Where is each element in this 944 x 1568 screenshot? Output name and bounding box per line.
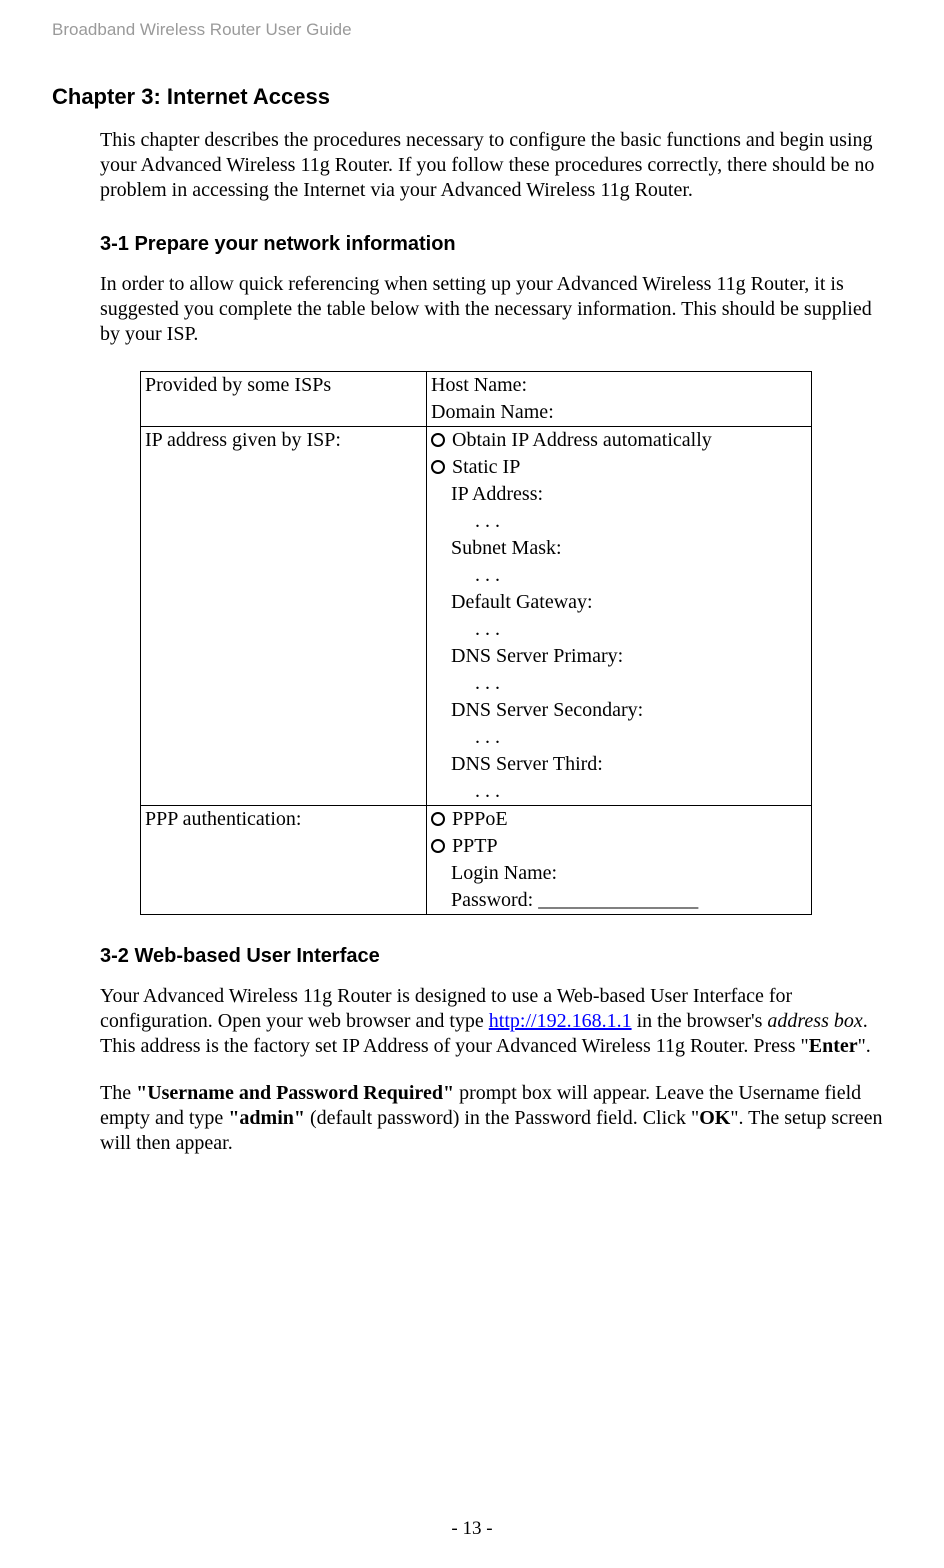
radio-icon (431, 460, 445, 474)
section-3-2-para1: Your Advanced Wireless 11g Router is des… (100, 984, 892, 1059)
table-row: Provided by some ISPs Host Name: Domain … (141, 372, 812, 427)
radio-icon (431, 812, 445, 826)
ip-dots: . . . (431, 724, 807, 751)
text-fragment: (default password) in the Password field… (305, 1107, 699, 1129)
enter-key: Enter (809, 1035, 858, 1057)
section-3-1-para: In order to allow quick referencing when… (100, 272, 892, 347)
cell-ip-options: Obtain IP Address automatically Static I… (427, 427, 812, 806)
login-label: Login Name: (431, 860, 807, 887)
cell-ppp-label: PPP authentication: (141, 806, 427, 915)
router-url-link[interactable]: http://192.168.1.1 (489, 1010, 632, 1032)
cell-ip-label: IP address given by ISP: (141, 427, 427, 806)
ip-dots: . . . (431, 508, 807, 535)
ip-dots: . . . (431, 616, 807, 643)
section-3-2-para2: The "Username and Password Required" pro… (100, 1081, 892, 1156)
pppoe-label: PPPoE (452, 808, 508, 830)
password-label: Password: ________________ (431, 887, 807, 914)
admin-password: "admin" (228, 1107, 305, 1129)
radio-icon (431, 433, 445, 447)
text-fragment: The (100, 1082, 136, 1104)
static-ip-label: Static IP (452, 456, 520, 478)
dns1-label: DNS Server Primary: (431, 643, 807, 670)
table-row: IP address given by ISP: Obtain IP Addre… (141, 427, 812, 806)
subnet-label: Subnet Mask: (431, 535, 807, 562)
pptp-label: PPTP (452, 835, 498, 857)
prompt-title: "Username and Password Required" (136, 1082, 454, 1104)
section-3-1-title: 3-1 Prepare your network information (100, 233, 892, 256)
cell-isp-label: Provided by some ISPs (141, 372, 427, 427)
cell-ppp-options: PPPoE PPTP Login Name: Password: _______… (427, 806, 812, 915)
ip-dots: . . . (431, 562, 807, 589)
radio-icon (431, 839, 445, 853)
page-content: Chapter 3: Internet Access This chapter … (52, 84, 892, 1178)
ip-dots: . . . (431, 778, 807, 805)
gateway-label: Default Gateway: (431, 589, 807, 616)
ip-dots: . . . (431, 670, 807, 697)
obtain-auto-label: Obtain IP Address automatically (452, 429, 712, 451)
network-info-table: Provided by some ISPs Host Name: Domain … (140, 371, 812, 915)
ip-address-label: IP Address: (431, 481, 807, 508)
chapter-intro: This chapter describes the procedures ne… (100, 128, 892, 203)
dns2-label: DNS Server Secondary: (431, 697, 807, 724)
dns3-label: DNS Server Third: (431, 751, 807, 778)
chapter-title: Chapter 3: Internet Access (52, 84, 892, 110)
text-fragment: ". (858, 1035, 871, 1057)
address-box-term: address box (767, 1010, 862, 1032)
domain-name-label: Domain Name: (431, 401, 554, 423)
page-number: - 13 - (0, 1518, 944, 1540)
page-header: Broadband Wireless Router User Guide (52, 20, 352, 40)
ok-button-text: OK (699, 1107, 730, 1129)
table-row: PPP authentication: PPPoE PPTP Login Nam… (141, 806, 812, 915)
cell-hostname: Host Name: Domain Name: (427, 372, 812, 427)
host-name-label: Host Name: (431, 374, 527, 396)
text-fragment: in the browser's (632, 1010, 768, 1032)
section-3-2-title: 3-2 Web-based User Interface (100, 945, 892, 968)
